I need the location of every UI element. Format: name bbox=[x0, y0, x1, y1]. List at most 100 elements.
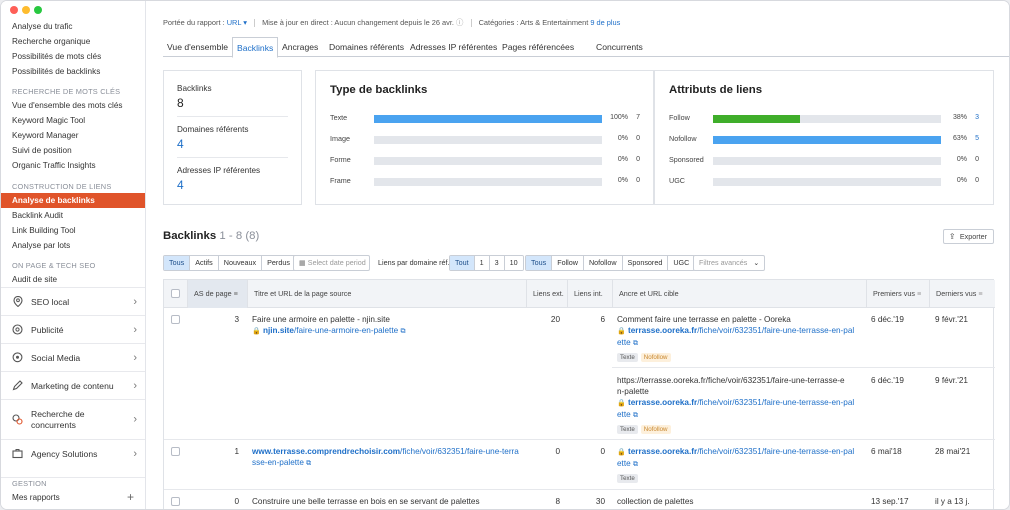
export-button[interactable]: ⇪ Exporter bbox=[942, 229, 994, 244]
bar-count[interactable]: 5 bbox=[969, 134, 979, 144]
row-checkbox[interactable] bbox=[171, 497, 180, 506]
sidebar-item-advertising[interactable]: Publicité › bbox=[1, 315, 145, 343]
target-url-link-wrap[interactable]: ette ⧉ bbox=[617, 409, 862, 421]
categories-more-link[interactable]: 9 de plus bbox=[590, 18, 620, 27]
source-url-link[interactable]: www.terrasse.comprendrechoisir.com/fiche… bbox=[252, 446, 522, 457]
competitors-icon bbox=[12, 414, 23, 425]
maximize-window-dot[interactable] bbox=[34, 6, 42, 14]
kpi-domains-value[interactable]: 4 bbox=[177, 137, 184, 151]
sidebar-item-traffic[interactable]: Analyse du trafic bbox=[1, 19, 145, 34]
per-domain-10[interactable]: 10 bbox=[503, 256, 523, 270]
backlinks-heading: Backlinks 1 - 8 (8) bbox=[163, 230, 260, 242]
update-status: Mise à jour en direct : Aucun changement… bbox=[262, 18, 454, 27]
per-domain-3[interactable]: 3 bbox=[488, 256, 504, 270]
col-int-links[interactable]: Liens int. bbox=[567, 280, 612, 308]
sidebar-item-competitor-research[interactable]: Recherche de concurrents › bbox=[1, 399, 145, 439]
sort-desc-icon: ≡ bbox=[233, 289, 238, 298]
ext-links-value: 0 bbox=[555, 447, 560, 456]
link-type-nofollow[interactable]: Nofollow bbox=[582, 256, 622, 270]
kpi-ips-label: Adresses IP référentes bbox=[177, 166, 261, 175]
col-last-seen[interactable]: Derniers vus ≡ bbox=[929, 280, 995, 308]
row-checkbox[interactable] bbox=[171, 315, 180, 324]
sidebar-item-backlink-analytics[interactable]: Analyse de backlinks bbox=[1, 193, 145, 208]
sidebar-item-position-tracking[interactable]: Suivi de position bbox=[1, 143, 145, 158]
col-anchor[interactable]: Ancre et URL cible bbox=[612, 280, 866, 308]
col-first-seen[interactable]: Premiers vus ≡ bbox=[866, 280, 929, 308]
sidebar-big-label: SEO local bbox=[31, 296, 70, 307]
target-url-link[interactable]: 🔒 terrasse.ooreka.fr/fiche/voir/632351/f… bbox=[617, 397, 862, 409]
tab-referring-ips[interactable]: Adresses IP référentes bbox=[406, 37, 501, 57]
sidebar-item-organic-insights[interactable]: Organic Traffic Insights bbox=[1, 158, 145, 173]
link-type-follow[interactable]: Follow bbox=[551, 256, 583, 270]
tab-backlinks[interactable]: Backlinks bbox=[232, 37, 279, 58]
report-tabs: Vue d'ensemble Backlinks Ancrages Domain… bbox=[163, 37, 1009, 58]
bar-count[interactable]: 3 bbox=[969, 113, 979, 123]
filter-new[interactable]: Nouveaux bbox=[217, 256, 262, 270]
external-link-icon: ⧉ bbox=[306, 460, 312, 467]
advanced-filters-dropdown[interactable]: Filtres avancés ⌄ bbox=[693, 255, 766, 271]
page-as-value: 3 bbox=[234, 315, 239, 324]
filter-lost[interactable]: Perdus bbox=[261, 256, 295, 270]
sidebar-item-agency-solutions[interactable]: Agency Solutions › bbox=[1, 439, 145, 467]
tab-competitors[interactable]: Concurrents bbox=[592, 37, 647, 57]
link-type-all[interactable]: Tous bbox=[526, 256, 552, 270]
link-type-ugc[interactable]: UGC bbox=[667, 256, 695, 270]
scope-dropdown[interactable]: URL ▾ bbox=[227, 18, 247, 27]
select-all-checkbox[interactable] bbox=[171, 289, 180, 298]
sidebar-big-label: Recherche de concurrents bbox=[31, 408, 85, 430]
sidebar-item-keyword-gap[interactable]: Possibilités de mots clés bbox=[1, 49, 145, 64]
filter-active[interactable]: Actifs bbox=[189, 256, 218, 270]
sidebar-item-backlink-gap[interactable]: Possibilités de backlinks bbox=[1, 64, 145, 79]
last-seen-value: 28 mai'21 bbox=[935, 447, 971, 456]
target-url-link-wrap[interactable]: ette ⧉ bbox=[617, 458, 862, 470]
sidebar-item-social-media[interactable]: Social Media › bbox=[1, 343, 145, 371]
filter-all[interactable]: Tous bbox=[164, 256, 190, 270]
bar-percent: 0% bbox=[617, 156, 628, 163]
bar-fill bbox=[713, 136, 941, 144]
tab-overview[interactable]: Vue d'ensemble bbox=[163, 37, 232, 57]
col-ext-links[interactable]: Liens ext. bbox=[526, 280, 567, 308]
kpi-ips-value[interactable]: 4 bbox=[177, 178, 184, 192]
sidebar-item-backlink-audit[interactable]: Backlink Audit bbox=[1, 208, 145, 223]
sidebar-item-keyword-magic[interactable]: Keyword Magic Tool bbox=[1, 113, 145, 128]
anchor-text: collection de palettes bbox=[617, 497, 694, 506]
minimize-window-dot[interactable] bbox=[22, 6, 30, 14]
sidebar: Analyse du trafic Recherche organique Po… bbox=[1, 1, 146, 509]
source-url-link[interactable]: 🔒 njin.site/faire-une-armoire-en-palette… bbox=[252, 325, 522, 337]
tab-anchors[interactable]: Ancrages bbox=[278, 37, 322, 57]
calendar-icon: ▦ bbox=[299, 258, 306, 267]
target-url-link-wrap[interactable]: ette ⧉ bbox=[617, 337, 862, 349]
kpi-domains-label: Domaines référents bbox=[177, 125, 249, 134]
tab-indexed-pages[interactable]: Pages référencées bbox=[498, 37, 578, 57]
last-seen-value: 9 févr.'21 bbox=[935, 315, 968, 324]
info-icon[interactable]: ⓘ bbox=[456, 18, 463, 27]
sidebar-item-keyword-manager[interactable]: Keyword Manager bbox=[1, 128, 145, 143]
sidebar-item-organic[interactable]: Recherche organique bbox=[1, 34, 145, 49]
kpi-backlinks-value: 8 bbox=[177, 96, 184, 110]
sidebar-item-bulk-analysis[interactable]: Analyse par lots bbox=[1, 238, 145, 253]
target-url-link[interactable]: 🔒 terrasse.ooreka.fr/fiche/voir/632351/f… bbox=[617, 446, 862, 458]
per-domain-all[interactable]: Tout bbox=[450, 256, 474, 270]
type-row: Frame 0% 0 bbox=[330, 176, 640, 186]
type-row: Forme 0% 0 bbox=[330, 155, 640, 165]
anchor-text: https://terrasse.ooreka.fr/fiche/voir/63… bbox=[617, 376, 845, 385]
sidebar-item-my-reports[interactable]: Mes rapports bbox=[1, 490, 145, 505]
per-domain-1[interactable]: 1 bbox=[473, 256, 489, 270]
bar-track bbox=[713, 178, 941, 186]
add-report-icon[interactable]: + bbox=[127, 490, 134, 504]
link-type-sponsored[interactable]: Sponsored bbox=[621, 256, 668, 270]
date-period-picker[interactable]: ▦ Select date period bbox=[293, 255, 370, 271]
row-checkbox[interactable] bbox=[171, 447, 180, 456]
sidebar-item-link-building[interactable]: Link Building Tool bbox=[1, 223, 145, 238]
bar-track bbox=[374, 115, 602, 123]
col-source[interactable]: Titre et URL de la page source bbox=[247, 280, 526, 308]
tab-referring-domains[interactable]: Domaines référents bbox=[325, 37, 408, 57]
close-window-dot[interactable] bbox=[10, 6, 18, 14]
sidebar-item-keyword-overview[interactable]: Vue d'ensemble des mots clés bbox=[1, 98, 145, 113]
sidebar-item-site-audit[interactable]: Audit de site bbox=[1, 272, 145, 287]
sidebar-item-content-marketing[interactable]: Marketing de contenu › bbox=[1, 371, 145, 399]
col-page-as[interactable]: AS de page ≡ bbox=[187, 280, 247, 308]
target-url-link[interactable]: 🔒 terrasse.ooreka.fr/fiche/voir/632351/f… bbox=[617, 325, 862, 337]
sidebar-item-local-seo[interactable]: SEO local › bbox=[1, 287, 145, 315]
source-url-link-wrap[interactable]: sse-en-palette ⧉ bbox=[252, 457, 522, 469]
